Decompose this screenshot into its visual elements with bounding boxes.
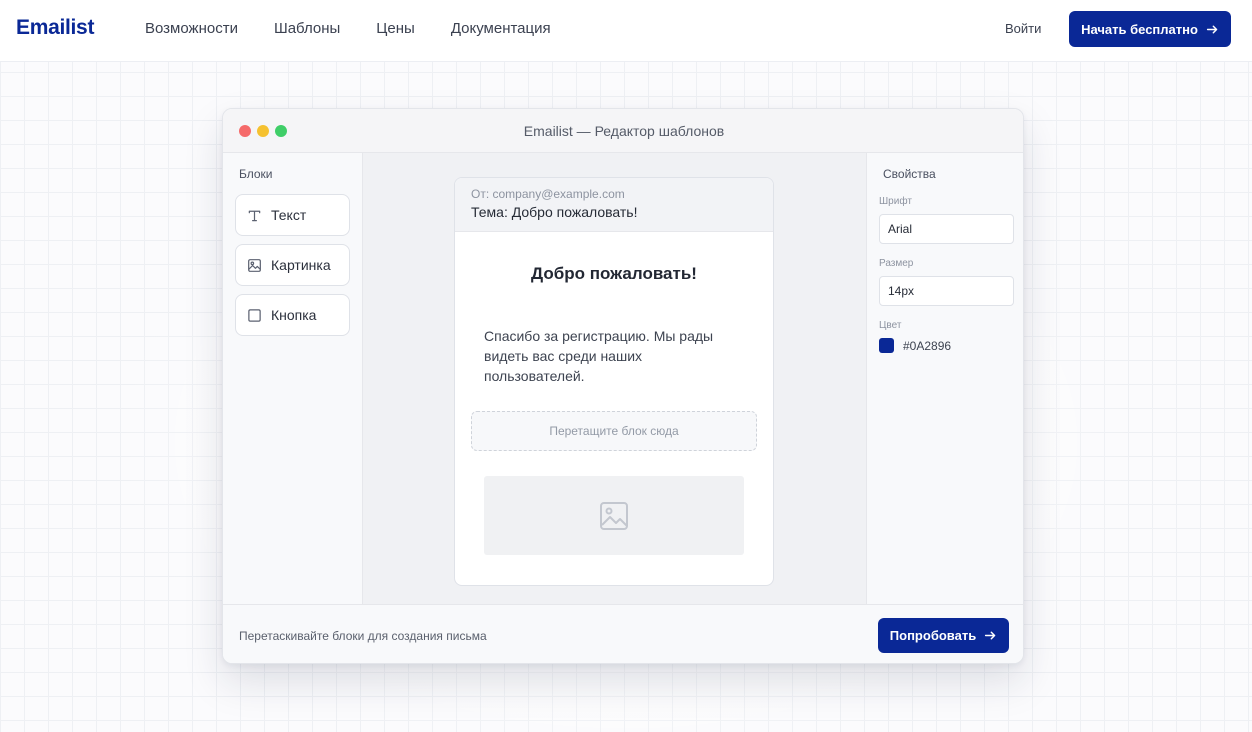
color-swatch[interactable] xyxy=(879,338,894,353)
blocks-sidebar: Блоки Текст Картинка Кнопка xyxy=(223,153,363,604)
nav-link-pricing[interactable]: Цены xyxy=(376,20,415,37)
font-field[interactable]: Arial xyxy=(879,214,1014,244)
block-item-image[interactable]: Картинка xyxy=(235,244,350,286)
nav-link-docs[interactable]: Документация xyxy=(451,20,551,37)
start-free-label: Начать бесплатно xyxy=(1081,21,1198,37)
nav-link-features[interactable]: Возможности xyxy=(145,20,238,37)
try-button[interactable]: Попробовать xyxy=(878,618,1009,653)
brand-logo[interactable]: Emailist xyxy=(16,16,94,40)
top-navigation: Emailist Возможности Шаблоны Цены Докуме… xyxy=(0,0,1252,62)
drop-zone-label: Перетащите блок сюда xyxy=(549,424,679,438)
size-field[interactable]: 14px xyxy=(879,276,1014,306)
footer-hint: Перетаскивайте блоки для создания письма xyxy=(239,629,487,643)
image-icon xyxy=(248,258,261,272)
color-label: Цвет xyxy=(879,320,902,331)
login-link[interactable]: Войти xyxy=(1005,21,1041,36)
block-item-label: Картинка xyxy=(271,257,331,273)
color-hex-value: #0A2896 xyxy=(903,338,952,353)
font-label: Шрифт xyxy=(879,196,912,207)
block-item-label: Кнопка xyxy=(271,307,317,323)
nav-link-templates[interactable]: Шаблоны xyxy=(274,20,340,37)
email-text-block[interactable]: Спасибо за регистрацию. Мы рады видеть в… xyxy=(484,326,746,386)
square-button-icon xyxy=(248,308,261,322)
block-item-label: Текст xyxy=(271,207,307,223)
size-label: Размер xyxy=(879,258,914,269)
email-heading-block[interactable]: Добро пожаловать! xyxy=(455,264,773,284)
email-subject: Тема: Добро пожаловать! xyxy=(471,204,638,220)
email-header: От: company@example.com Тема: Добро пожа… xyxy=(455,178,773,232)
start-free-button[interactable]: Начать бесплатно xyxy=(1069,11,1231,47)
text-icon xyxy=(248,210,261,221)
editor-window: Emailist — Редактор шаблонов Блоки Текст… xyxy=(222,108,1024,664)
properties-title: Свойства xyxy=(883,167,936,181)
arrow-right-icon xyxy=(985,631,996,640)
email-from: От: company@example.com xyxy=(471,187,625,201)
nav-links: Возможности Шаблоны Цены Документация xyxy=(145,20,551,37)
image-placeholder-icon xyxy=(600,501,628,530)
window-title: Emailist — Редактор шаблонов xyxy=(523,123,725,139)
arrow-right-icon xyxy=(1206,25,1218,33)
email-canvas: От: company@example.com Тема: Добро пожа… xyxy=(363,153,866,604)
color-picker[interactable]: #0A2896 xyxy=(879,338,951,353)
block-item-text[interactable]: Текст xyxy=(235,194,350,236)
email-image-block[interactable] xyxy=(484,476,744,555)
try-button-label: Попробовать xyxy=(889,628,977,643)
drop-zone[interactable]: Перетащите блок сюда xyxy=(471,411,757,451)
editor-footer: Перетаскивайте блоки для создания письма… xyxy=(223,604,1023,663)
block-item-button[interactable]: Кнопка xyxy=(235,294,350,336)
window-titlebar: Emailist — Редактор шаблонов xyxy=(223,109,1023,153)
properties-panel: Свойства Шрифт Arial Размер 14px Цвет #0… xyxy=(866,153,1023,604)
blocks-title: Блоки xyxy=(239,167,273,181)
email-preview: От: company@example.com Тема: Добро пожа… xyxy=(454,177,774,586)
